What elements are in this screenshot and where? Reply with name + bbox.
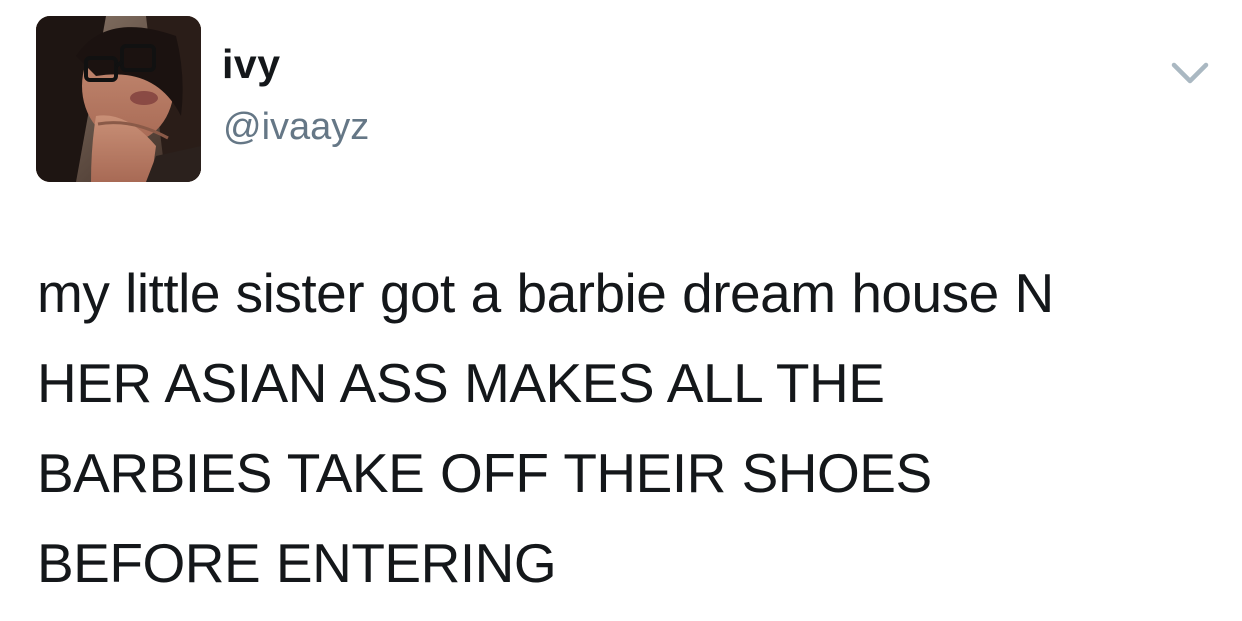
tweet-text-line: BEFORE ENTERING	[37, 532, 557, 594]
tweet-menu-button[interactable]	[1170, 60, 1210, 86]
tweet-text-line: my little sister got a barbie dream hous…	[37, 262, 1054, 324]
profile-photo-icon	[36, 16, 201, 182]
user-handle[interactable]: @ivaayz	[223, 108, 369, 146]
chevron-down-icon	[1171, 62, 1209, 84]
tweet-card: ivy @ivaayz my little sister got a barbi…	[0, 0, 1242, 621]
tweet-text-line: BARBIES TAKE OFF THEIR SHOES	[37, 442, 932, 504]
avatar[interactable]	[36, 16, 201, 182]
display-name[interactable]: ivy	[222, 44, 281, 85]
tweet-text: my little sister got a barbie dream hous…	[37, 248, 1227, 608]
tweet-text-line: HER ASIAN ASS MAKES ALL THE	[37, 352, 885, 414]
